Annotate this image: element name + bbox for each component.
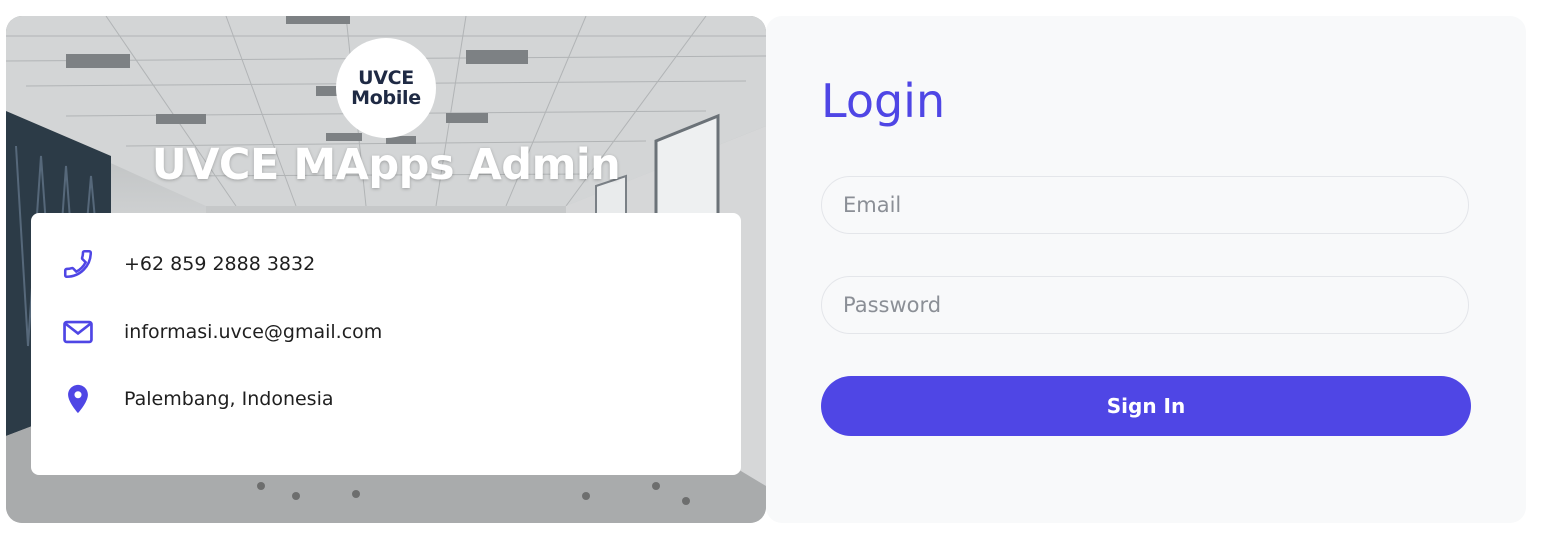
contact-location-text: Palembang, Indonesia: [124, 388, 334, 410]
location-pin-icon: [68, 384, 88, 414]
app-title: UVCE MApps Admin: [151, 140, 621, 190]
logo-line-1: UVCE: [358, 67, 414, 89]
password-input[interactable]: [821, 276, 1469, 334]
sign-in-button[interactable]: Sign In: [821, 376, 1471, 436]
contact-phone-row: +62 859 2888 3832: [31, 243, 741, 283]
contact-location-row: Palembang, Indonesia: [31, 378, 741, 418]
brand-logo: UVCE Mobile: [336, 38, 436, 138]
phone-icon: [63, 249, 93, 279]
login-heading: Login: [821, 74, 946, 128]
mail-icon: [63, 320, 93, 344]
contact-email-text: informasi.uvce@gmail.com: [124, 321, 383, 343]
contact-info-card: +62 859 2888 3832 informasi.uvce@gmail.c…: [31, 213, 741, 475]
contact-email-row: informasi.uvce@gmail.com: [31, 311, 741, 351]
logo-line-2: Mobile: [351, 87, 421, 109]
email-input[interactable]: [821, 176, 1469, 234]
contact-phone-text: +62 859 2888 3832: [124, 253, 316, 275]
hero-panel: UVCE Mobile UVCE MApps Admin +62 859 288…: [6, 16, 766, 523]
login-panel: Login Sign In: [766, 16, 1526, 523]
